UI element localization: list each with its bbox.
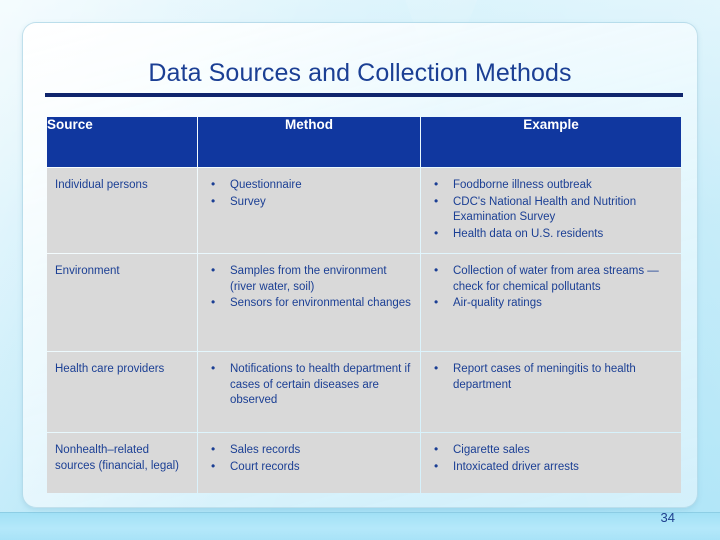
- list-item: • CDC's National Health and Nutrition Exa…: [425, 193, 675, 226]
- bullet-icon: •: [434, 263, 439, 277]
- background-bottom-band: [0, 512, 720, 540]
- bullet-icon: •: [434, 442, 439, 456]
- list-item-label: Intoxicated driver arrests: [453, 460, 579, 473]
- list-item: • Notifications to health department if c…: [202, 361, 414, 409]
- list-item-label: Collection of water from area streams — …: [453, 265, 659, 293]
- data-sources-table: Source Method Example Individual persons…: [46, 116, 682, 494]
- list-item: • Intoxicated driver arrests: [425, 458, 675, 476]
- list-item-label: Samples from the environment (river wate…: [230, 265, 387, 293]
- list-item: • Health data on U.S. residents: [425, 225, 675, 243]
- bullet-icon: •: [434, 193, 439, 208]
- bullet-icon: •: [434, 177, 439, 191]
- slide: Data Sources and Collection Methods Sour…: [0, 0, 720, 540]
- cell-method: • Sales records • Court records: [198, 433, 420, 493]
- list-item-label: Health data on U.S. residents: [453, 227, 604, 240]
- bullet-icon: •: [211, 295, 216, 309]
- bullet-icon: •: [434, 361, 439, 375]
- list-item: • Collection of water from area streams —…: [425, 263, 675, 295]
- bullet-icon: •: [434, 458, 439, 473]
- list-item: • Survey: [202, 193, 414, 211]
- list-item-label: Notifications to health department if ca…: [230, 363, 411, 406]
- table-row: Nonhealth–related sources (financial, le…: [47, 433, 681, 493]
- bullet-icon: •: [211, 361, 216, 375]
- method-bullet-list: • Questionnaire • Survey: [202, 177, 414, 211]
- list-item-label: Questionnaire: [230, 179, 302, 191]
- title-underline-rule: [45, 93, 683, 97]
- bullet-icon: •: [211, 458, 216, 473]
- page-number: 34: [660, 510, 675, 525]
- cell-source: Nonhealth–related sources (financial, le…: [47, 433, 197, 493]
- list-item: • Sales records: [202, 442, 414, 459]
- list-item: • Report cases of meningitis to health de…: [425, 361, 675, 393]
- list-item: • Foodborne illness outbreak: [425, 177, 675, 194]
- list-item: • Sensors for environmental changes: [202, 295, 414, 312]
- list-item-label: Report cases of meningitis to health dep…: [453, 363, 636, 391]
- column-header-example: Example: [421, 117, 681, 167]
- cell-method: • Samples from the environment (river wat…: [198, 254, 420, 351]
- table-row: Individual persons • Questionnaire • Surve…: [47, 168, 681, 253]
- cell-example: • Foodborne illness outbreak • CDC's Natio…: [421, 168, 681, 253]
- cell-example: • Cigarette sales • Intoxicated driver arr…: [421, 433, 681, 493]
- content-card: Data Sources and Collection Methods Sour…: [22, 22, 698, 525]
- method-bullet-list: • Sales records • Court records: [202, 442, 414, 476]
- list-item: • Cigarette sales: [425, 442, 675, 459]
- table-row: Health care providers • Notifications to …: [47, 352, 681, 432]
- method-bullet-list: • Samples from the environment (river wat…: [202, 263, 414, 312]
- table-row: Environment • Samples from the environmen…: [47, 254, 681, 351]
- table-header-row: Source Method Example: [47, 117, 681, 167]
- cell-source: Health care providers: [47, 352, 197, 432]
- list-item-label: Cigarette sales: [453, 444, 530, 456]
- column-header-method: Method: [198, 117, 420, 167]
- cell-source: Environment: [47, 254, 197, 351]
- list-item-label: Foodborne illness outbreak: [453, 179, 592, 191]
- cell-method: • Notifications to health department if c…: [198, 352, 420, 432]
- bullet-icon: •: [211, 177, 216, 191]
- list-item-label: Sensors for environmental changes: [230, 297, 411, 309]
- example-bullet-list: • Foodborne illness outbreak • CDC's Natio…: [425, 177, 675, 243]
- list-item: • Samples from the environment (river wat…: [202, 263, 414, 295]
- list-item: • Air-quality ratings: [425, 295, 675, 312]
- table-header: Source Method Example: [47, 117, 681, 167]
- bullet-icon: •: [211, 193, 216, 208]
- method-bullet-list: • Notifications to health department if c…: [202, 361, 414, 409]
- list-item-label: Court records: [230, 460, 300, 473]
- example-bullet-list: • Cigarette sales • Intoxicated driver arr…: [425, 442, 675, 476]
- example-bullet-list: • Report cases of meningitis to health de…: [425, 361, 675, 393]
- bullet-icon: •: [434, 225, 439, 240]
- bullet-icon: •: [434, 295, 439, 309]
- example-bullet-list: • Collection of water from area streams —…: [425, 263, 675, 312]
- cell-source: Individual persons: [47, 168, 197, 253]
- bullet-icon: •: [211, 442, 216, 456]
- table-body: Individual persons • Questionnaire • Surve…: [47, 168, 681, 493]
- list-item: • Questionnaire: [202, 177, 414, 194]
- list-item-label: Survey: [230, 195, 266, 208]
- list-item-label: Air-quality ratings: [453, 297, 542, 309]
- list-item: • Court records: [202, 458, 414, 476]
- list-item-label: CDC's National Health and Nutrition Exam…: [453, 195, 637, 224]
- cell-method: • Questionnaire • Survey: [198, 168, 420, 253]
- bullet-icon: •: [211, 263, 216, 277]
- cell-example: • Report cases of meningitis to health de…: [421, 352, 681, 432]
- list-item-label: Sales records: [230, 444, 301, 456]
- column-header-source: Source: [47, 117, 197, 167]
- cell-example: • Collection of water from area streams —…: [421, 254, 681, 351]
- page-title: Data Sources and Collection Methods: [148, 59, 572, 87]
